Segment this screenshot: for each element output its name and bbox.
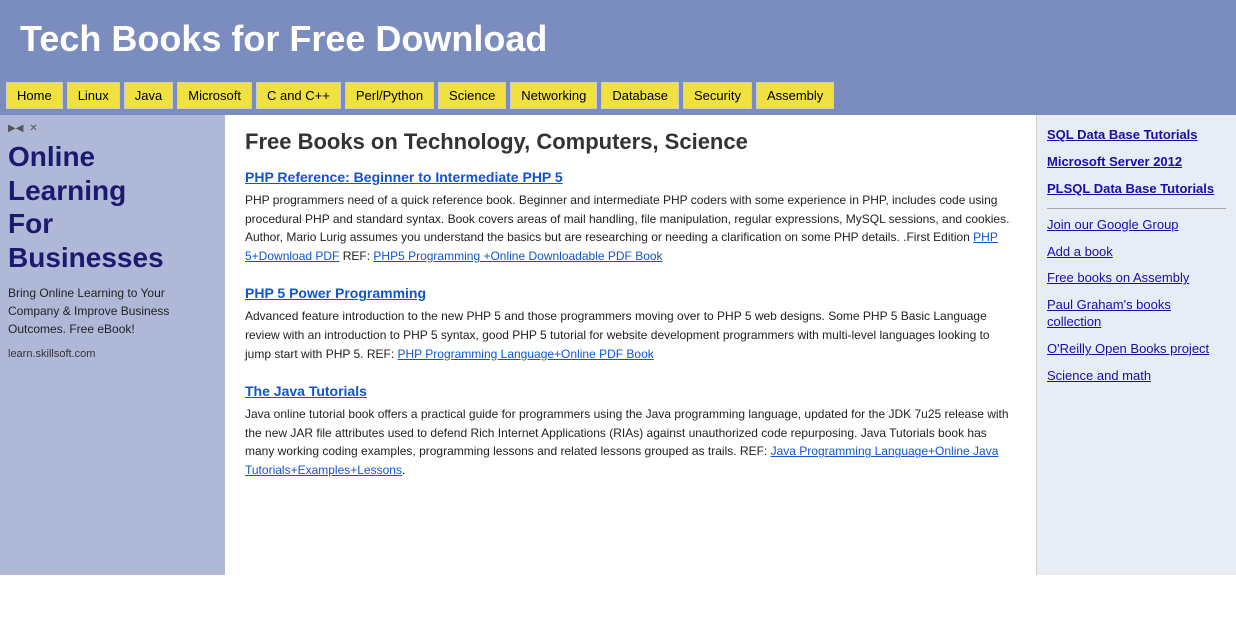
right-bold-link[interactable]: SQL Data Base Tutorials	[1047, 127, 1226, 144]
ad-footer: learn.skillsoft.com	[8, 348, 217, 360]
nav-link[interactable]: Microsoft	[177, 82, 252, 109]
right-divider	[1047, 208, 1226, 209]
right-normal-link[interactable]: Paul Graham's books collection	[1047, 297, 1226, 331]
right-normal-link[interactable]: Join our Google Group	[1047, 217, 1226, 234]
nav-link[interactable]: Java	[124, 82, 173, 109]
nav-link[interactable]: Networking	[510, 82, 597, 109]
nav-link[interactable]: C and C++	[256, 82, 341, 109]
right-normal-link[interactable]: Science and math	[1047, 368, 1226, 385]
ad-content: Online Learning For Businesses Bring Onl…	[8, 140, 217, 360]
nav-item: Database	[601, 82, 679, 109]
nav-link[interactable]: Security	[683, 82, 752, 109]
nav-link[interactable]: Science	[438, 82, 506, 109]
nav-item: Microsoft	[177, 82, 252, 109]
right-normal-link[interactable]: Free books on Assembly	[1047, 270, 1226, 287]
nav-item: Java	[124, 82, 173, 109]
nav-link[interactable]: Database	[601, 82, 679, 109]
nav-item: C and C++	[256, 82, 341, 109]
nav-link[interactable]: Assembly	[756, 82, 834, 109]
nav-item: Perl/Python	[345, 82, 434, 109]
book-entry: The Java Tutorials Java online tutorial b…	[245, 383, 1016, 479]
right-bold-link[interactable]: Microsoft Server 2012	[1047, 154, 1226, 171]
nav-item: Assembly	[756, 82, 834, 109]
right-normal-links: Join our Google Group Add a book Free book…	[1047, 217, 1226, 385]
site-title: Tech Books for Free Download	[20, 18, 1216, 60]
right-bold-link[interactable]: PLSQL Data Base Tutorials	[1047, 181, 1226, 198]
ad-headline: Online Learning For Businesses	[8, 140, 217, 274]
book-entry: PHP 5 Power Programming Advanced feature …	[245, 285, 1016, 363]
right-normal-link[interactable]: O'Reilly Open Books project	[1047, 341, 1226, 358]
ad-close-icon[interactable]: ✕	[29, 123, 37, 134]
right-bold-links: SQL Data Base Tutorials Microsoft Server …	[1047, 127, 1226, 198]
nav-item: Security	[683, 82, 752, 109]
book-link[interactable]: Java Programming Language+Online Java Tu…	[245, 444, 998, 477]
nav-link[interactable]: Perl/Python	[345, 82, 434, 109]
nav-item: Linux	[67, 82, 120, 109]
book-link[interactable]: PHP Programming Language+Online PDF Book	[398, 347, 654, 361]
nav-item: Home	[6, 82, 63, 109]
sidebar-right: SQL Data Base Tutorials Microsoft Server …	[1036, 115, 1236, 575]
sidebar-left: ▶◀ ✕ Online Learning For Businesses Brin…	[0, 115, 225, 575]
book-title-link[interactable]: PHP Reference: Beginner to Intermediate …	[245, 169, 1016, 185]
ad-body: Bring Online Learning to Your Company & …	[8, 284, 217, 338]
nav-link[interactable]: Linux	[67, 82, 120, 109]
main-heading: Free Books on Technology, Computers, Sci…	[245, 129, 1016, 155]
site-header: Tech Books for Free Download	[0, 0, 1236, 82]
main-nav: HomeLinuxJavaMicrosoftC and C++Perl/Pyth…	[0, 82, 1236, 115]
ad-bar: ▶◀ ✕	[8, 123, 217, 134]
book-description: Advanced feature introduction to the new…	[245, 307, 1016, 363]
book-title-link[interactable]: The Java Tutorials	[245, 383, 1016, 399]
right-normal-link[interactable]: Add a book	[1047, 244, 1226, 261]
nav-item: Networking	[510, 82, 597, 109]
ad-icon: ▶◀	[8, 123, 23, 134]
book-entry: PHP Reference: Beginner to Intermediate …	[245, 169, 1016, 265]
book-description: PHP programmers need of a quick referenc…	[245, 191, 1016, 265]
books-list: PHP Reference: Beginner to Intermediate …	[245, 169, 1016, 480]
book-link[interactable]: PHP5 Programming +Online Downloadable PD…	[373, 249, 662, 263]
main-content: Free Books on Technology, Computers, Sci…	[225, 115, 1036, 575]
main-layout: ▶◀ ✕ Online Learning For Businesses Brin…	[0, 115, 1236, 575]
book-title-link[interactable]: PHP 5 Power Programming	[245, 285, 1016, 301]
book-description: Java online tutorial book offers a pract…	[245, 405, 1016, 479]
nav-item: Science	[438, 82, 506, 109]
nav-list: HomeLinuxJavaMicrosoftC and C++Perl/Pyth…	[0, 82, 1236, 109]
nav-link[interactable]: Home	[6, 82, 63, 109]
